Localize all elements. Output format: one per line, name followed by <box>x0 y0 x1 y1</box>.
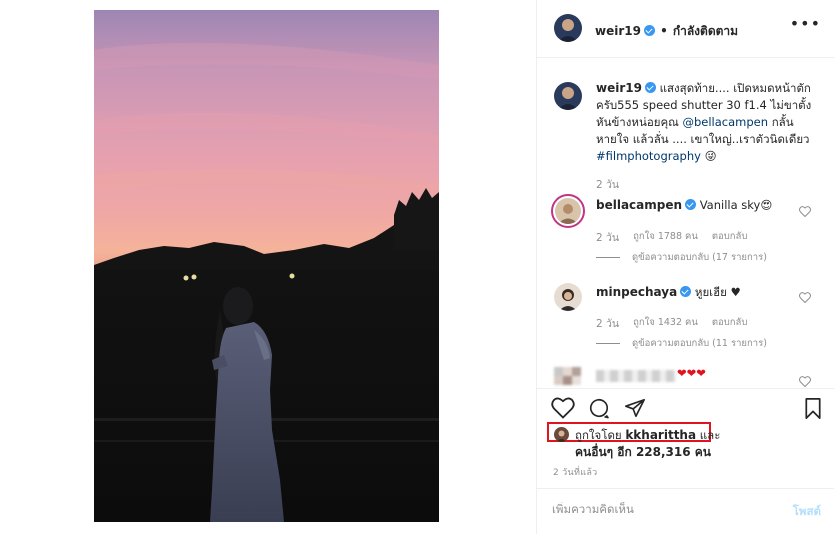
comment-reply-button[interactable]: ตอบกลับ <box>712 229 748 246</box>
comment-like-heart-icon[interactable] <box>799 206 811 217</box>
comment-time[interactable]: 2 วัน <box>596 229 619 246</box>
add-comment-bar: โพสต์ <box>537 488 834 534</box>
heart-icon[interactable] <box>551 397 575 419</box>
caption-mention-link[interactable]: @bellacampen <box>682 115 768 129</box>
view-replies-minpechaya[interactable]: ดูข้อความตอบกลับ (11 รายการ) <box>596 336 767 351</box>
comment-minpechaya: minpechaya หูยเฮีย ♥ <box>596 284 796 301</box>
comment-username[interactable]: minpechaya <box>596 285 677 299</box>
avatar-image <box>554 14 582 42</box>
post-comment-button[interactable]: โพสต์ <box>793 503 821 521</box>
caption-author-avatar[interactable] <box>554 82 582 110</box>
liked-by-text: ถูกใจโดย kkharittha และ คนอื่นๆ อีก 228,… <box>575 427 720 461</box>
liked-by-avatar[interactable] <box>554 427 569 442</box>
others-count: 228,316 <box>635 445 691 459</box>
liked-by-username[interactable]: kkharittha <box>625 428 696 442</box>
comment-reply-button[interactable]: ตอบกลับ <box>712 315 748 332</box>
verified-badge-icon <box>644 82 656 93</box>
comment-like-heart-icon[interactable] <box>799 292 811 303</box>
follow-status-button[interactable]: กำลังติดตาม <box>673 24 738 38</box>
comment-avatar-minpechaya[interactable] <box>554 283 582 311</box>
verified-badge-icon <box>643 25 655 36</box>
bookmark-icon[interactable] <box>803 397 823 420</box>
comment-body: หูยเฮีย ♥ <box>694 285 741 299</box>
comment-body: Vanilla sky😍 <box>699 198 773 212</box>
more-options-icon[interactable]: ••• <box>790 14 821 33</box>
avatar-image <box>554 82 582 110</box>
comment-like-heart-icon[interactable] <box>799 376 811 387</box>
comment-hearts: ❤❤❤ <box>677 366 706 380</box>
caption-hashtag-link[interactable]: #filmphotography <box>596 149 701 163</box>
post-photo[interactable] <box>94 10 439 522</box>
sunset-photo-image <box>94 10 439 522</box>
post-actions: ถูกใจโดย kkharittha และ คนอื่นๆ อีก 228,… <box>537 388 834 528</box>
verified-badge-icon <box>680 286 692 297</box>
caption-emoji: 😜 <box>704 149 717 163</box>
view-replies-bellacampen[interactable]: ดูข้อความตอบกลับ (17 รายการ) <box>596 250 767 265</box>
post-sidebar: weir19 • กำลังติดตาม ••• weir19 แสงสุดท้… <box>536 0 834 534</box>
view-replies-label: ดูข้อความตอบกลับ (17 รายการ) <box>632 252 767 263</box>
replies-dash <box>596 257 620 258</box>
avatar-image <box>554 367 581 385</box>
post-header: weir19 • กำลังติดตาม ••• <box>537 0 834 58</box>
caption-username[interactable]: weir19 <box>596 81 642 95</box>
add-comment-input[interactable] <box>552 502 752 516</box>
comment-avatar-bellacampen[interactable] <box>551 194 585 228</box>
comment-time[interactable]: 2 วัน <box>596 315 619 332</box>
view-replies-label: ดูข้อความตอบกลับ (11 รายการ) <box>632 338 767 349</box>
author-avatar[interactable] <box>554 14 582 42</box>
share-icon[interactable] <box>623 397 647 419</box>
verified-badge-icon <box>685 199 697 210</box>
blurred-username <box>596 370 676 382</box>
header-user-line: weir19 • กำลังติดตาม <box>595 20 738 41</box>
instagram-post-page: weir19 • กำลังติดตาม ••• weir19 แสงสุดท้… <box>0 0 834 534</box>
comment-meta-minpechaya: 2 วัน ถูกใจ 1432 คน ตอบกลับ <box>596 315 747 332</box>
caption-time[interactable]: 2 วัน <box>596 176 619 193</box>
comment-bellacampen: bellacampen Vanilla sky😍 <box>596 197 796 214</box>
comment-likes[interactable]: ถูกใจ 1788 คน <box>633 229 698 246</box>
liked-by-others-link[interactable]: คนอื่นๆ อีก 228,316 คน <box>575 445 711 459</box>
avatar-image <box>554 427 569 442</box>
author-username[interactable]: weir19 <box>595 24 641 38</box>
replies-dash <box>596 343 620 344</box>
comment-meta-bellacampen: 2 วัน ถูกใจ 1788 คน ตอบกลับ <box>596 229 747 246</box>
comment-likes[interactable]: ถูกใจ 1432 คน <box>633 315 698 332</box>
others-prefix: คนอื่นๆ อีก <box>575 445 632 459</box>
post-caption: weir19 แสงสุดท้าย.... เปิดหมดหน้าตัก ครั… <box>596 80 816 165</box>
post-time-ago[interactable]: 2 วันที่แล้ว <box>553 465 598 479</box>
avatar-image <box>555 198 581 224</box>
avatar-image <box>554 283 582 311</box>
follow-separator: • <box>660 24 668 38</box>
comment-avatar-blurred[interactable] <box>554 367 582 388</box>
liked-by-prefix: ถูกใจโดย <box>575 428 622 442</box>
comments-list[interactable]: weir19 แสงสุดท้าย.... เปิดหมดหน้าตัก ครั… <box>537 58 834 388</box>
liked-by-and: และ <box>699 428 721 442</box>
others-suffix: คน <box>694 445 712 459</box>
comment-icon[interactable] <box>587 397 611 419</box>
comment-username[interactable]: bellacampen <box>596 198 682 212</box>
